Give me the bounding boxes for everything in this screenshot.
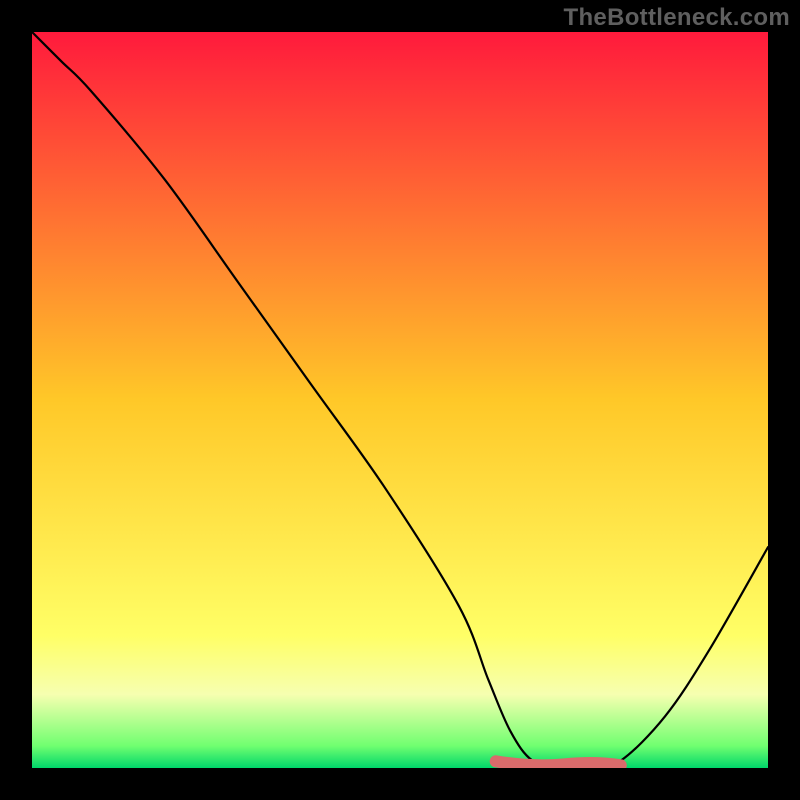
curve-layer bbox=[32, 32, 768, 768]
watermark-text: TheBottleneck.com bbox=[564, 4, 790, 32]
chart-frame: TheBottleneck.com bbox=[0, 0, 800, 800]
bottleneck-curve bbox=[32, 32, 768, 768]
optimum-range-marker bbox=[496, 761, 621, 765]
plot-area bbox=[32, 32, 768, 768]
